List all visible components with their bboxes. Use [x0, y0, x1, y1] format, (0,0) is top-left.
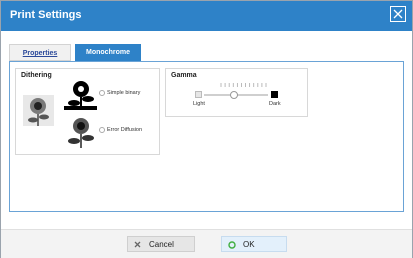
close-button[interactable]: [390, 6, 406, 22]
tab-monochrome[interactable]: Monochrome: [75, 44, 141, 61]
gamma-slider-thumb[interactable]: [229, 91, 238, 99]
error-diffusion-option[interactable]: Error Diffusion: [99, 127, 142, 133]
gamma-dark-label: Dark: [269, 101, 281, 107]
sunflower-error-diffusion-preview: [64, 115, 97, 148]
ok-circle-icon: [228, 241, 236, 249]
gamma-slider-ticks: [220, 83, 267, 87]
cancel-label: Cancel: [149, 240, 174, 249]
gamma-light-label: Light: [193, 101, 205, 107]
title-bar: Print Settings: [1, 1, 412, 31]
simple-binary-radio[interactable]: [99, 90, 105, 96]
dithering-label: Dithering: [21, 72, 52, 79]
sunflower-original-preview: [23, 95, 54, 126]
dialog-title: Print Settings: [10, 9, 82, 21]
gamma-label: Gamma: [171, 72, 197, 79]
ok-label: OK: [243, 240, 255, 249]
gamma-slider[interactable]: [204, 91, 268, 99]
cancel-button[interactable]: Cancel: [127, 236, 195, 252]
cancel-x-icon: [134, 241, 141, 248]
error-diffusion-radio[interactable]: [99, 127, 105, 133]
dark-swatch-icon: [271, 91, 278, 98]
gamma-group: Gamma Light Dark: [165, 68, 308, 117]
tab-content-panel: Dithering Simple binary Error Diffusion …: [9, 61, 404, 212]
simple-binary-label: Simple binary: [107, 90, 141, 96]
ok-button[interactable]: OK: [221, 236, 287, 252]
simple-binary-option[interactable]: Simple binary: [99, 90, 140, 96]
light-swatch-icon: [195, 91, 202, 98]
dialog-footer: Cancel OK: [1, 229, 412, 258]
dithering-group: Dithering Simple binary Error Diffusion: [15, 68, 160, 155]
sunflower-simple-binary-preview: [64, 78, 97, 110]
error-diffusion-label: Error Diffusion: [107, 127, 143, 133]
tab-properties[interactable]: Properties: [9, 44, 71, 61]
close-icon: [393, 9, 403, 19]
print-settings-dialog: Print Settings Properties Monochrome Dit…: [0, 0, 413, 258]
